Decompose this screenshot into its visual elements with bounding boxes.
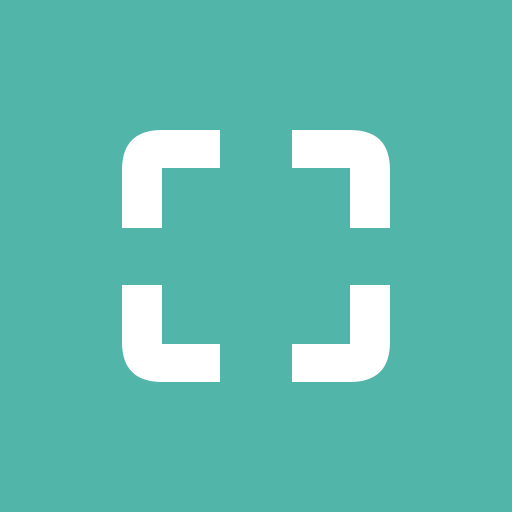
icon-background (0, 0, 512, 512)
app-icon (0, 0, 512, 512)
scan-frame-icon (0, 0, 512, 512)
